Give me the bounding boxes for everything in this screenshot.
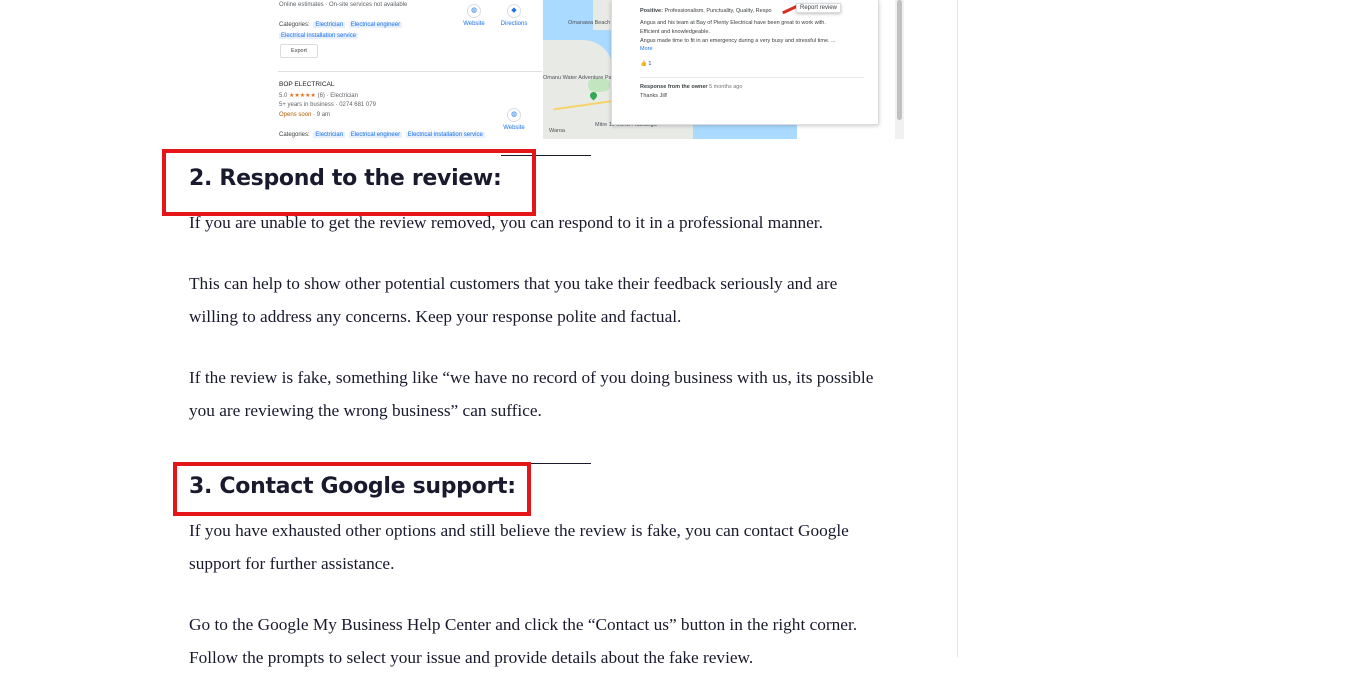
review-count: (6)	[317, 93, 325, 99]
paragraph: If you have exhausted other options and …	[189, 521, 849, 573]
map-label: Waroa	[549, 128, 565, 134]
review-text-line: Efficient and knowledgeable.	[640, 29, 710, 35]
category-chip[interactable]: Electrical engineer	[348, 22, 403, 28]
owner-reply-text: Thanks Jill!	[640, 93, 668, 99]
rating-row: 5.0 ★★★★★ (6) · Electrician	[279, 92, 358, 99]
website-button[interactable]: ◍ Website	[494, 108, 534, 131]
category-chip[interactable]: Electrical installation service	[279, 33, 359, 39]
review-divider	[640, 77, 864, 78]
website-globe-icon: ◍	[507, 108, 521, 122]
services-text: Online estimates · On-site services not …	[279, 2, 408, 8]
categories-row-2: Electrical installation service	[279, 33, 359, 39]
categories-label: Categories:	[279, 22, 310, 28]
paragraph: If you are unable to get the review remo…	[189, 213, 823, 232]
categories-label: Categories:	[279, 132, 310, 138]
category-chip[interactable]: Electrical installation service	[405, 132, 485, 138]
export-button[interactable]: Export	[280, 44, 318, 58]
paragraph: If the review is fake, something like “w…	[189, 368, 874, 420]
paragraph: This can help to show other potential cu…	[189, 274, 838, 326]
owner-response-time: 5 months ago	[709, 84, 743, 90]
likes-row[interactable]: 👍 1	[640, 61, 651, 67]
owner-response-header: Response from the owner 5 months ago	[640, 84, 742, 90]
category-chip[interactable]: Electrician	[313, 22, 346, 28]
directions-icon: ◆	[507, 4, 521, 18]
business-name[interactable]: BOP ELECTRICAL	[279, 81, 335, 88]
years-in-business: 5+ years in business	[279, 102, 334, 108]
opens-status: Opens soon	[279, 112, 312, 118]
review-text-line: Angus and his team at Bay of Plenty Elec…	[640, 20, 826, 26]
rating-value: 5.0	[279, 93, 288, 99]
google-maps-screenshot: Online estimates · On-site services not …	[278, 0, 904, 139]
category-chip[interactable]: Electrician	[313, 132, 346, 138]
likes-count: 1	[648, 61, 652, 67]
directions-button[interactable]: ◆ Directions	[494, 4, 534, 27]
review-positive: Positive: Professionalism, Punctuality, …	[640, 8, 772, 14]
owner-response-label: Response from the owner	[640, 84, 708, 90]
directions-label: Directions	[500, 21, 528, 27]
website-label: Website	[503, 125, 525, 131]
categories-row: Categories: Electrician Electrical engin…	[279, 22, 403, 28]
website-button[interactable]: ◍ Website	[454, 4, 494, 27]
more-link[interactable]: More	[640, 46, 653, 52]
opens-time: · 9 am	[313, 112, 331, 118]
business-category: · Electrician	[326, 93, 358, 99]
review-panel: Positive: Professionalism, Punctuality, …	[611, 0, 879, 125]
map-label: Omanu Water Adventure Park	[543, 75, 617, 81]
report-review-button[interactable]: Report review	[796, 3, 842, 13]
positive-text: Professionalism, Punctuality, Quality, R…	[664, 8, 772, 14]
scrollbar-thumb[interactable]	[897, 0, 902, 120]
section-heading: 3. Contact Google support:	[189, 474, 516, 499]
paragraph: Go to the Google My Business Help Center…	[189, 615, 858, 667]
review-text-line: Angus made time to fit in an emergency d…	[640, 38, 836, 44]
sidebar-divider	[957, 0, 958, 657]
rating-stars: ★★★★★	[289, 93, 316, 99]
website-globe-icon: ◍	[467, 4, 481, 18]
screenshot-scrollbar[interactable]	[895, 0, 904, 139]
map-label: Omanawa Beach	[568, 20, 611, 26]
business-list-pane: Online estimates · On-site services not …	[278, 0, 542, 139]
category-chip[interactable]: Electrical engineer	[348, 132, 403, 138]
website-label: Website	[463, 21, 485, 27]
hours-row: Opens soon · 9 am	[279, 112, 330, 118]
categories-row: Categories: Electrician Electrical engin…	[279, 132, 485, 138]
positive-label: Positive:	[640, 8, 663, 14]
section-heading: 2. Respond to the review:	[189, 166, 502, 191]
list-separator	[278, 71, 542, 72]
phone-number: · 0274 681 079	[335, 102, 376, 108]
thumbs-up-icon[interactable]: 👍	[640, 61, 647, 67]
business-details: 5+ years in business · 0274 681 079	[279, 102, 376, 108]
